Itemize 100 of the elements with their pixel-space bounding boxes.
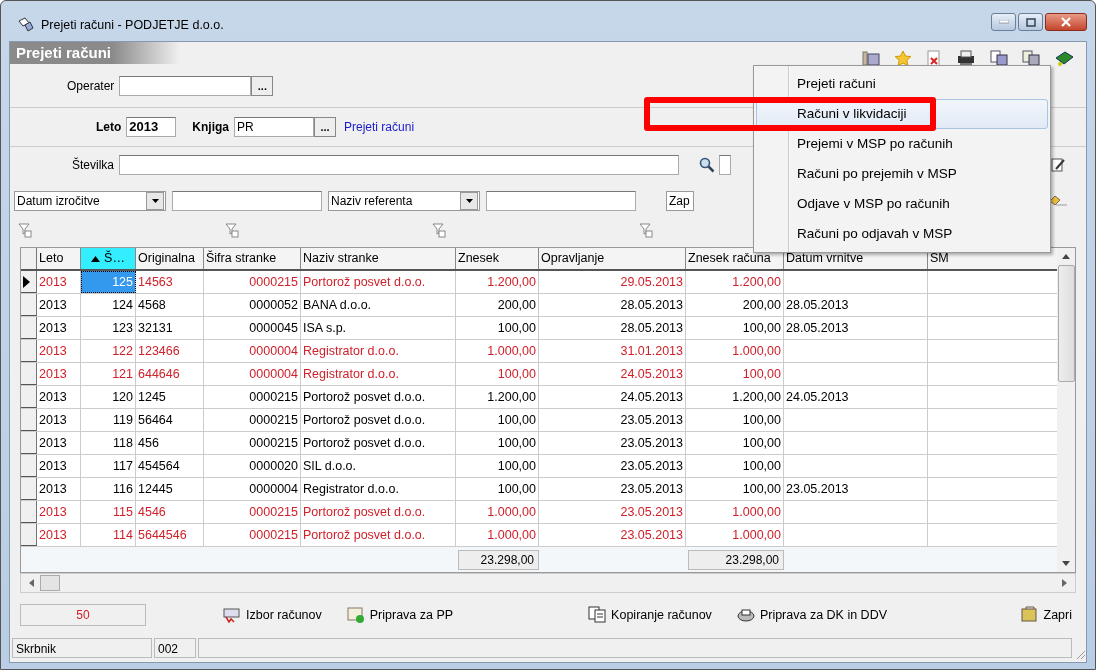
column-header[interactable]: Znesek [456,248,539,270]
row-indicator[interactable] [21,317,37,340]
table-cell: 644646 [136,363,204,386]
printer-icon[interactable] [956,49,976,66]
table-cell: Registrator d.o.o. [301,363,456,386]
row-indicator[interactable] [21,478,37,501]
minimize-button[interactable] [991,13,1016,31]
book-field[interactable]: PR [234,117,314,138]
filter-dropdown[interactable]: Naziv referenta [328,190,480,211]
table-cell: 454564 [136,455,204,478]
panel-header: Prejeti računi [10,42,180,64]
minimize-icon [998,20,1009,24]
printer-icon [735,606,756,623]
table-cell: 1.000,00 [686,340,784,363]
year-field[interactable]: 2013 [126,117,177,138]
scroll-down-icon[interactable] [1062,561,1070,567]
resize-grip-icon[interactable] [1074,648,1086,660]
menu-item[interactable]: Odjave v MSP po računih [756,189,1048,219]
filter-dropdown[interactable]: Zap [666,190,694,211]
column-header[interactable]: Opravljanje [539,248,686,270]
filter-icon[interactable] [639,222,653,238]
table-cell: 1.000,00 [686,524,784,547]
search-field[interactable] [719,155,732,176]
copy-documents-icon[interactable] [1022,49,1040,66]
table-cell: 0000004 [204,363,301,386]
edit-icon[interactable] [1050,157,1066,174]
horizontal-scrollbar[interactable] [20,573,1076,593]
copy-button[interactable]: Kopiranje računov [583,604,716,626]
search-icon[interactable] [699,157,716,174]
table-cell: 119 [81,409,136,432]
select-button[interactable]: Izbor računov [218,604,326,625]
row-indicator[interactable] [21,524,37,547]
row-indicator[interactable] [21,432,37,455]
row-indicator[interactable] [21,363,37,386]
filter-dropdown[interactable]: Datum izročitve [14,190,166,211]
table-cell: 100,00 [686,455,784,478]
column-header[interactable]: Originalna [136,248,204,270]
row-indicator[interactable] [21,340,37,363]
table-cell: 1245 [136,386,204,409]
table-cell: 28.05.2013 [539,294,686,317]
table-cell: 1.200,00 [456,271,539,294]
table-cell: 0000215 [204,501,301,524]
close-button[interactable]: Zapri [1015,604,1076,626]
table-cell: 2013 [37,363,81,386]
menu-item[interactable]: Računi po prejemih v MSP [756,159,1048,189]
eraser-icon[interactable] [1048,194,1068,207]
row-indicator[interactable] [21,386,37,409]
menu-item[interactable]: Računi po odjavah v MSP [756,219,1048,249]
table-cell: Registrator d.o.o. [301,478,456,501]
prepare-button[interactable]: Priprava za PP [341,603,458,626]
scroll-up-icon[interactable] [1062,254,1070,260]
table-cell: 1.000,00 [686,501,784,524]
print-button[interactable]: Priprava za DK in DDV [731,604,891,625]
column-header[interactable]: Naziv stranke [301,248,456,270]
table-cell: 123466 [136,340,204,363]
keyboard-icon [222,606,242,623]
table-cell: 2013 [37,455,81,478]
row-indicator[interactable] [21,294,37,317]
row-indicator[interactable] [21,409,37,432]
browse-button[interactable]: ... [251,75,274,96]
menu-item[interactable]: Prejemi v MSP po računih [756,129,1048,159]
table-cell: 2013 [37,386,81,409]
book-name-link[interactable]: Prejeti računi [344,120,415,135]
scroll-thumb[interactable] [40,575,60,592]
browse-button[interactable]: ... [314,117,336,138]
number-field[interactable] [119,155,680,176]
vertical-scrollbar[interactable] [1057,248,1075,573]
maximize-button[interactable] [1018,13,1043,31]
table-cell: 1.200,00 [456,386,539,409]
table-cell: 2013 [37,294,81,317]
filter-field[interactable] [486,190,636,211]
table-cell: 100,00 [686,363,784,386]
menu-item[interactable]: Prejeti računi [756,69,1048,99]
table-cell: ISA s.p. [301,317,456,340]
scroll-left-icon[interactable] [29,579,34,588]
scroll-right-icon[interactable] [1062,579,1067,588]
column-header[interactable]: Š… [81,248,136,270]
help-book-icon[interactable] [1054,49,1074,67]
user-code: 002 [154,638,196,659]
operater-field[interactable] [119,75,252,96]
copy-documents-icon[interactable] [990,49,1008,66]
table-cell: Portorož posvet d.o.o. [301,409,456,432]
table-cell: 0000020 [204,455,301,478]
filter-icon[interactable] [432,222,446,238]
row-indicator[interactable] [21,501,37,524]
row-indicator[interactable] [21,455,37,478]
column-header[interactable]: Šifra stranke [204,248,301,270]
delete-document-icon[interactable] [926,49,942,67]
close-button[interactable] [1045,13,1087,31]
filter-icon[interactable] [18,222,32,238]
columns-icon[interactable] [862,49,880,66]
table-cell: 100,00 [686,432,784,455]
table-cell: 12445 [136,478,204,501]
table-cell: 100,00 [456,409,539,432]
table-cell: 0000004 [204,340,301,363]
row-indicator[interactable] [21,271,37,294]
filter-field[interactable] [172,190,322,211]
filter-icon[interactable] [225,222,239,238]
star-icon[interactable] [894,49,912,67]
table-cell: Portorož posvet d.o.o. [301,501,456,524]
